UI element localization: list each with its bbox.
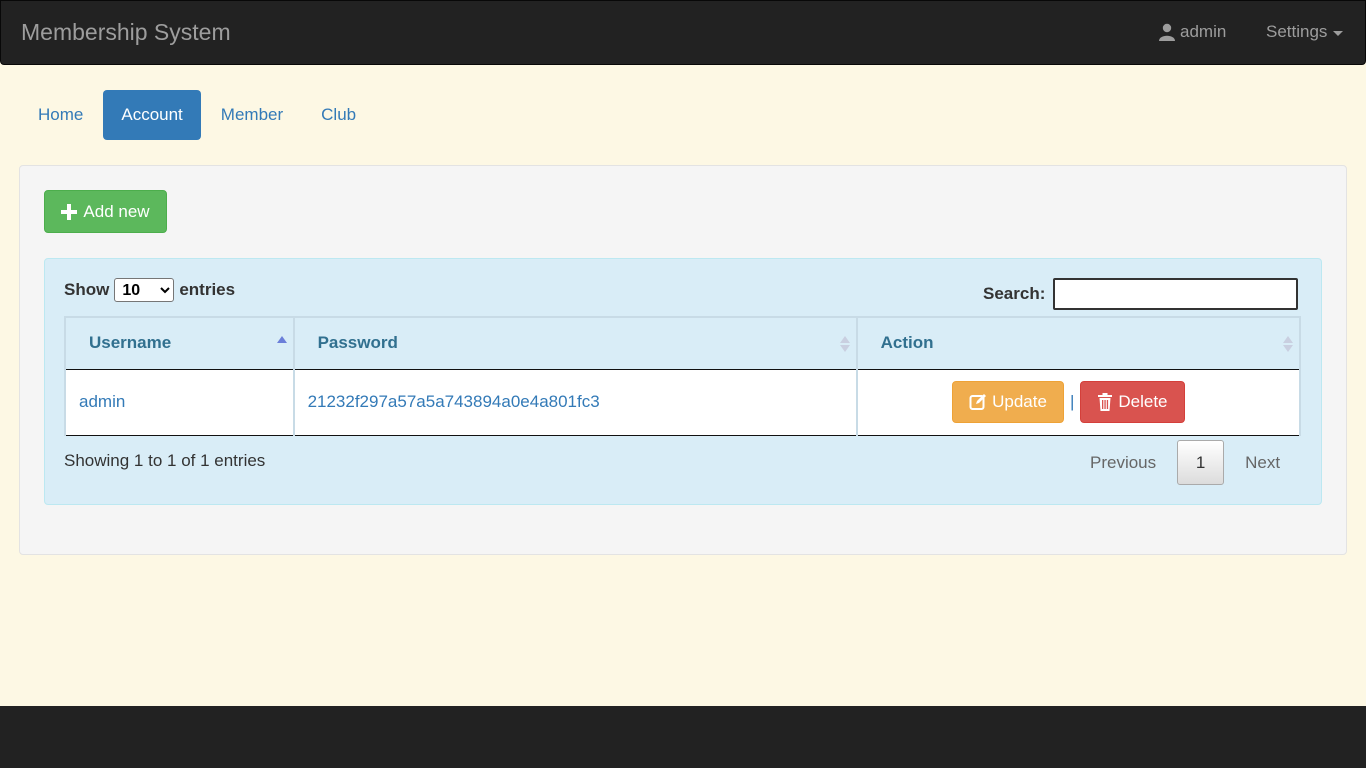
page-footer — [0, 706, 1366, 768]
search-label: Search: — [983, 284, 1046, 303]
column-label: Password — [317, 333, 398, 353]
delete-label: Delete — [1118, 392, 1168, 411]
search-input[interactable] — [1053, 278, 1299, 310]
top-navbar: Membership System admin Settings — [0, 0, 1366, 65]
cell-username: admin — [64, 369, 295, 436]
user-icon — [1158, 23, 1176, 41]
tab-home[interactable]: Home — [20, 90, 101, 140]
column-header-username[interactable]: Username — [64, 316, 295, 370]
caret-down-icon — [1333, 30, 1344, 36]
update-button[interactable]: Update — [952, 381, 1064, 423]
table-row: admin 21232f297a57a5a743894a0e4a801fc3 U… — [64, 369, 1302, 436]
tab-member[interactable]: Member — [203, 90, 301, 140]
column-label: Username — [89, 333, 172, 353]
update-label: Update — [992, 392, 1047, 411]
column-header-action[interactable]: Action — [855, 316, 1302, 370]
action-separator: | — [1069, 392, 1075, 411]
plus-icon — [61, 203, 78, 220]
trash-icon — [1097, 393, 1113, 411]
tab-account[interactable]: Account — [103, 90, 201, 140]
show-label: Show — [64, 280, 110, 299]
tab-club[interactable]: Club — [303, 90, 374, 140]
sort-both-icon — [839, 336, 850, 352]
delete-button[interactable]: Delete — [1080, 381, 1185, 423]
sort-both-icon — [1283, 336, 1293, 352]
previous-button[interactable]: Previous — [1073, 453, 1173, 473]
brand-link[interactable]: Membership System — [21, 19, 231, 46]
cell-actions: Update | Delete — [855, 369, 1302, 436]
cell-password: 21232f297a57a5a743894a0e4a801fc3 — [292, 369, 858, 436]
sort-asc-icon — [276, 336, 287, 343]
user-name: admin — [1180, 22, 1227, 41]
nav-tabs: Home Account Member Club — [20, 90, 374, 140]
edit-icon — [969, 393, 987, 411]
user-menu[interactable]: admin — [1158, 22, 1226, 42]
accounts-table: Username Password Action admin 21232f297… — [64, 316, 1302, 436]
page-button-current[interactable]: 1 — [1177, 440, 1225, 485]
add-new-button[interactable]: Add new — [44, 190, 167, 233]
pagination: Previous 1 Next — [1073, 440, 1297, 485]
search-control: Search: — [983, 278, 1299, 310]
column-header-password[interactable]: Password — [292, 316, 858, 370]
entries-label: entries — [179, 280, 236, 299]
next-button[interactable]: Next — [1228, 453, 1297, 473]
table-info: Showing 1 to 1 of 1 entries — [64, 451, 266, 470]
entries-length-control: Show 10 entries — [64, 278, 235, 302]
settings-dropdown[interactable]: Settings — [1266, 22, 1344, 42]
entries-select[interactable]: 10 — [114, 278, 175, 302]
add-new-label: Add new — [83, 201, 150, 221]
settings-label: Settings — [1266, 22, 1328, 41]
column-label: Action — [880, 333, 934, 353]
